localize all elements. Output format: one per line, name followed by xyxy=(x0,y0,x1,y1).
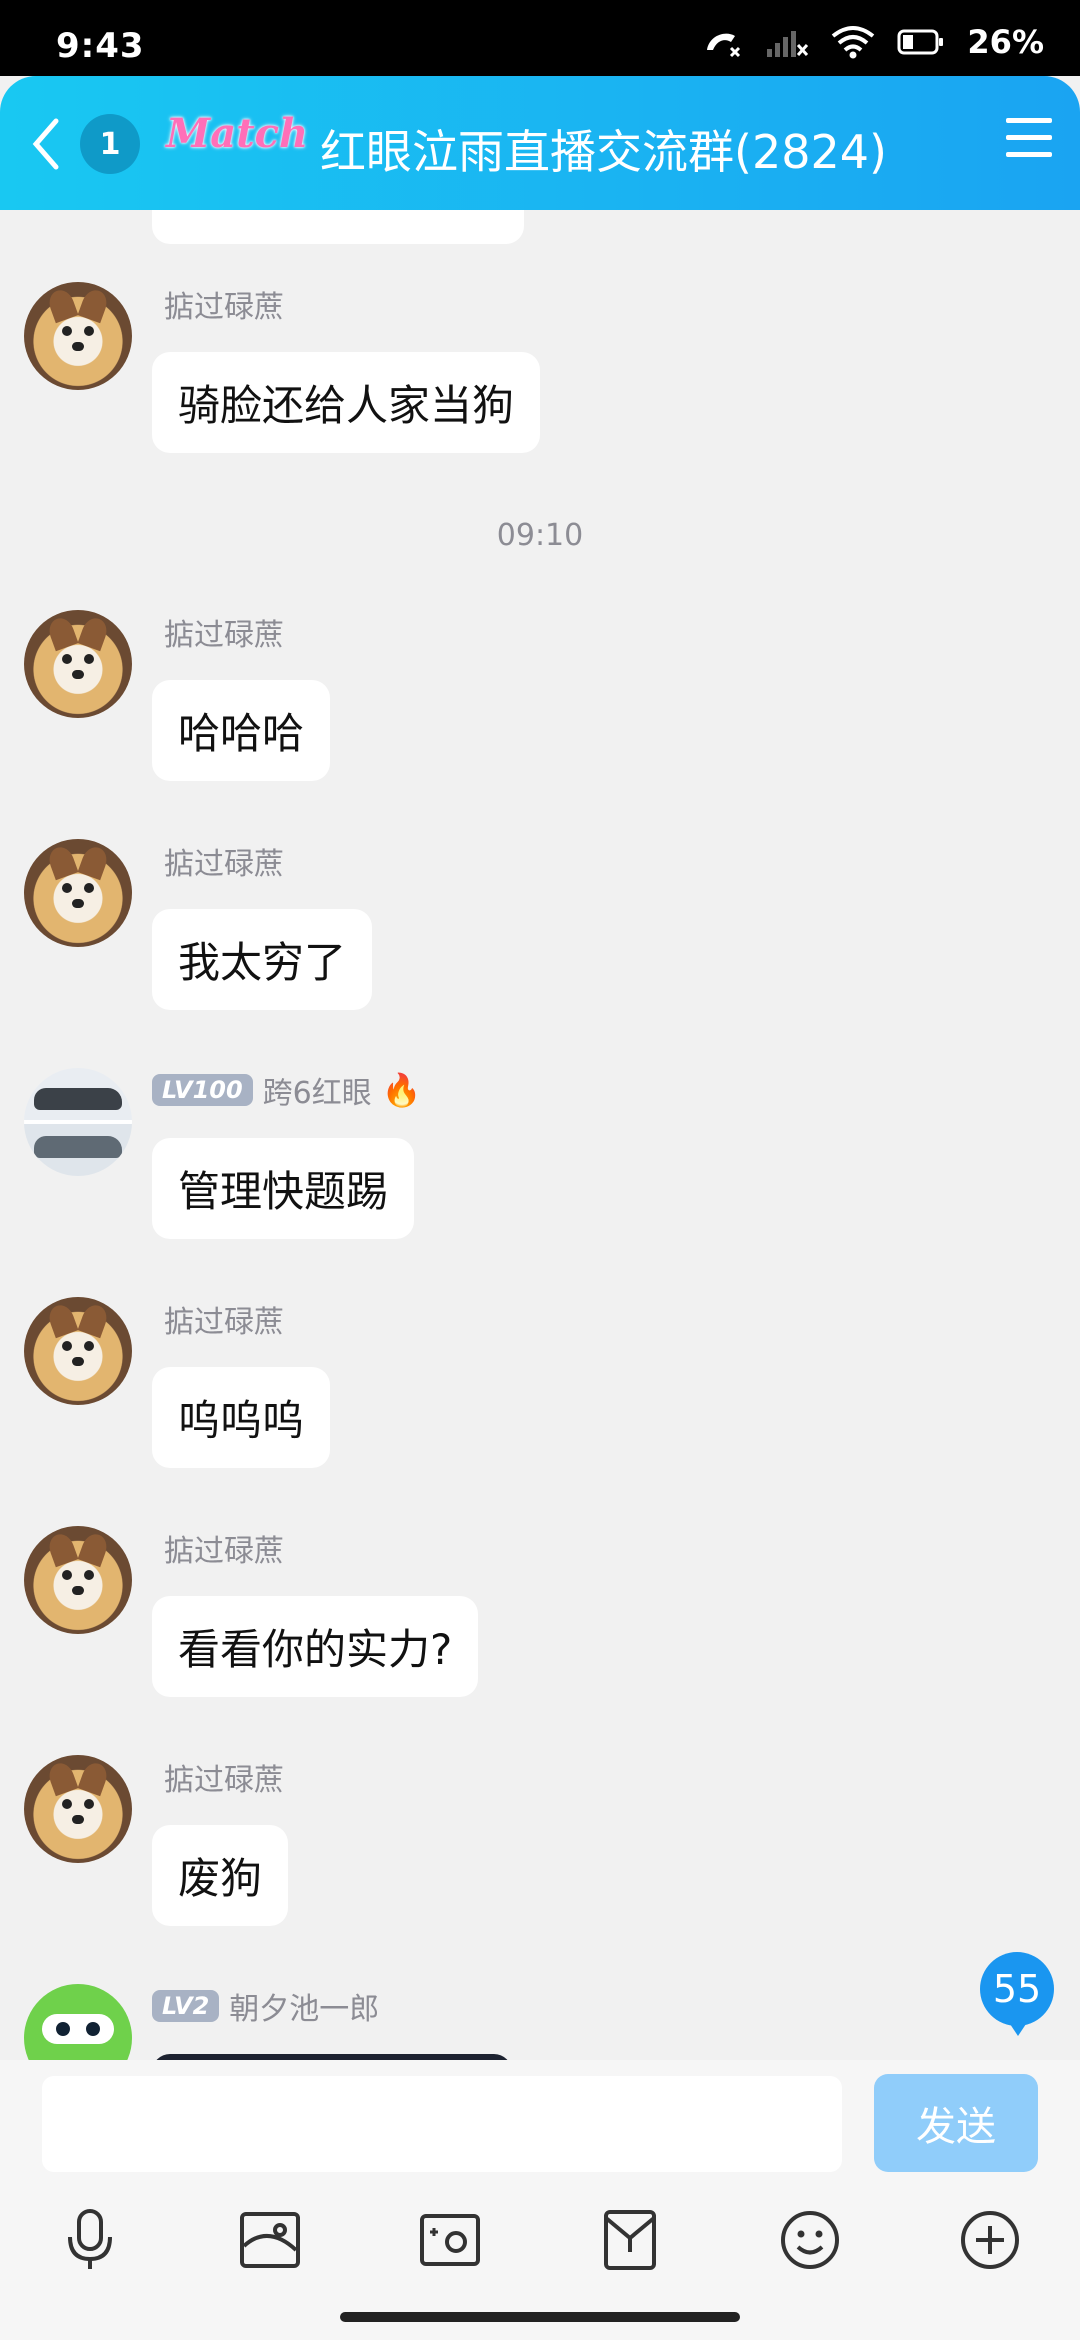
message-bubble[interactable]: 骑脸还给人家当狗 xyxy=(152,352,541,453)
microphone-icon[interactable] xyxy=(54,2204,126,2276)
battery-percent: 26% xyxy=(967,23,1044,61)
sender-name[interactable]: 跨6红眼 xyxy=(263,1068,372,1112)
status-icons: 26% xyxy=(703,22,1044,62)
level-badge: LV100 xyxy=(152,1074,253,1106)
fire-icon: 🔥 xyxy=(381,1071,422,1109)
sender-name[interactable]: 掂过碌蔗 xyxy=(164,610,284,654)
signal-icon xyxy=(767,31,809,57)
input-toolbar xyxy=(0,2190,1080,2290)
message-bubble[interactable]: 管理快题踢 xyxy=(152,1138,415,1239)
timestamp: 09:10 xyxy=(496,518,584,553)
message-bubble[interactable]: 看看你的实力? xyxy=(152,1596,479,1697)
plus-icon[interactable] xyxy=(954,2204,1026,2276)
image-icon[interactable] xyxy=(234,2204,306,2276)
sender-name[interactable]: 朝夕池一郎 xyxy=(229,1984,379,2028)
sender-name[interactable]: 掂过碌蔗 xyxy=(164,282,284,326)
avatar[interactable] xyxy=(24,1526,132,1634)
message-bubble-partial xyxy=(152,210,524,244)
sender-name[interactable]: 掂过碌蔗 xyxy=(164,839,284,883)
avatar[interactable] xyxy=(24,839,132,947)
red-packet-icon[interactable] xyxy=(594,2204,666,2276)
group-title: 红眼泣雨直播交流群(2824) xyxy=(320,125,887,179)
message-input[interactable] xyxy=(42,2076,842,2172)
send-button[interactable]: 发送 xyxy=(874,2074,1038,2172)
call-muted-icon xyxy=(707,33,741,58)
menu-line xyxy=(1006,135,1052,140)
home-indicator[interactable] xyxy=(340,2312,740,2322)
message-bubble[interactable]: 我太穷了 xyxy=(152,909,373,1010)
message-bubble[interactable]: 哈哈哈 xyxy=(152,680,331,781)
message-bubble[interactable]: 废狗 xyxy=(152,1825,289,1926)
battery-icon xyxy=(897,29,944,55)
sender-name[interactable]: 掂过碌蔗 xyxy=(164,1526,284,1570)
back-button[interactable]: 1 xyxy=(30,112,150,176)
avatar[interactable] xyxy=(24,610,132,718)
message-list[interactable]: 掂过碌蔗 骑脸还给人家当狗 09:10 掂过碌蔗 哈哈哈 掂过碌蔗 我太穷了 L… xyxy=(0,210,1080,2060)
unread-badge: 1 xyxy=(80,114,140,174)
status-time: 9:43 xyxy=(56,26,145,66)
avatar[interactable] xyxy=(24,282,132,390)
wifi-icon xyxy=(832,26,875,59)
message-bubble[interactable]: 呜呜呜 xyxy=(152,1367,331,1468)
chevron-left-icon xyxy=(32,118,59,170)
brand-logo: Match xyxy=(166,110,309,157)
menu-line xyxy=(1006,118,1052,123)
avatar[interactable] xyxy=(24,1755,132,1863)
camera-icon[interactable] xyxy=(414,2204,486,2276)
sender-name[interactable]: 掂过碌蔗 xyxy=(164,1755,284,1799)
avatar[interactable] xyxy=(24,1984,132,2060)
chat-header: 1 Match 红眼泣雨直播交流群(2824) xyxy=(0,76,1080,210)
avatar[interactable] xyxy=(24,1068,132,1176)
menu-button[interactable] xyxy=(1006,118,1052,164)
avatar[interactable] xyxy=(24,1297,132,1405)
menu-line xyxy=(1006,152,1052,157)
new-messages-badge[interactable]: 55 xyxy=(980,1952,1054,2036)
emoji-icon[interactable] xyxy=(774,2204,846,2276)
input-bar: 发送 xyxy=(0,2060,1080,2190)
status-bar: 9:43 26% xyxy=(0,0,1080,76)
sender-name[interactable]: 掂过碌蔗 xyxy=(164,1297,284,1341)
level-badge: LV2 xyxy=(152,1990,220,2022)
